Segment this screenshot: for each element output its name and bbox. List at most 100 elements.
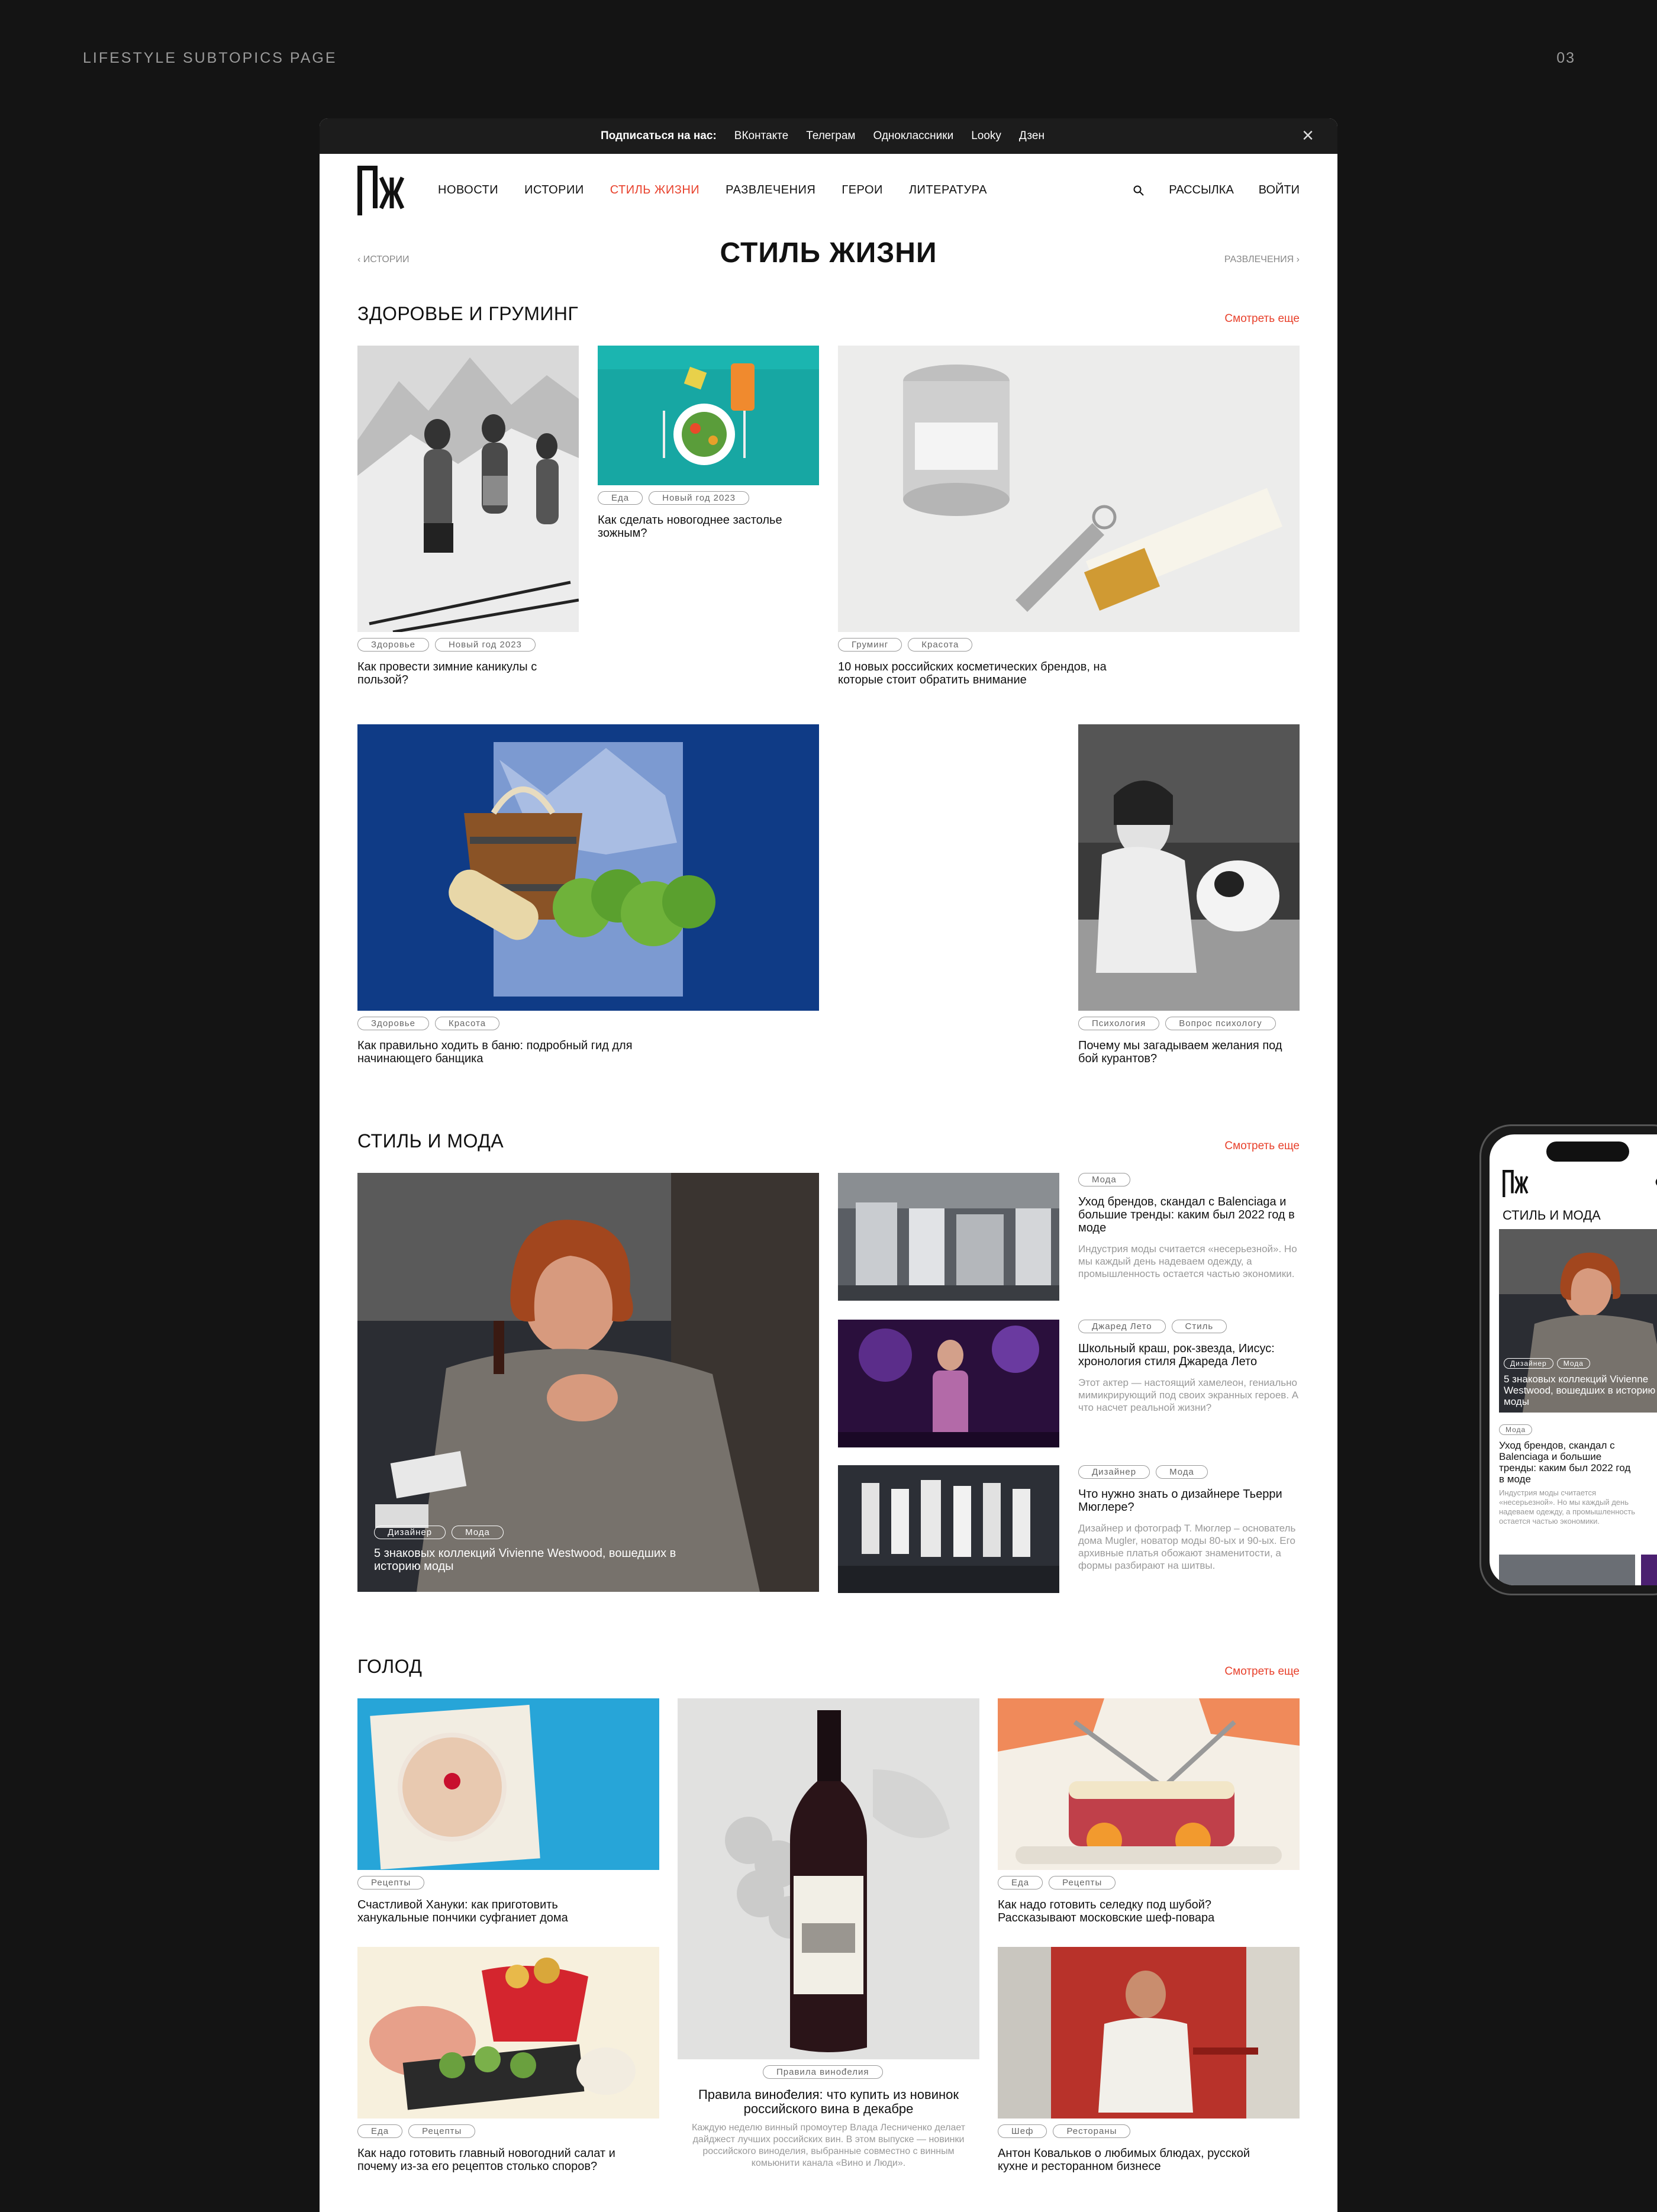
article-card[interactable]: Здоровье Красота Как правильно ходить в … [357,724,819,1079]
article-title[interactable]: 10 новых российских косметических брендо… [838,660,1134,686]
website-frame: Подписаться на нас: ВКонтакте Телеграм О… [320,118,1337,2212]
subscribe-bar: Подписаться на нас: ВКонтакте Телеграм О… [320,118,1337,154]
tag-list: Правила винođелия [763,2065,883,2079]
article-image [1641,1555,1657,1585]
login-link[interactable]: ВОЙТИ [1259,183,1300,197]
article-title[interactable]: Почему мы загадываем желания под бой кур… [1078,1039,1297,1065]
tag[interactable]: Рецепты [408,2124,476,2138]
next-section-link[interactable]: РАЗВЛЕЧЕНИЯ › [1224,254,1300,265]
article-title[interactable]: Как сделать новогоднее застолье зожным? [598,514,799,540]
article-image [598,346,819,485]
nav-lifestyle[interactable]: СТИЛЬ ЖИЗНИ [610,183,699,197]
header-actions: РАССЫЛКА ВОЙТИ [1133,183,1300,197]
nav-heroes[interactable]: ГЕРОИ [842,183,883,197]
article-title[interactable]: Как правильно ходить в баню: подробный г… [357,1039,653,1065]
article-description: Индустрия моды считается «несерьезной». … [1499,1488,1635,1526]
tag[interactable]: Здоровье [357,1017,429,1030]
page-label: LIFESTYLE SUBTOPICS PAGE [83,50,337,66]
featured-article-card[interactable]: Правила винođелия Правила винođелия: что… [678,1698,979,2207]
tag[interactable]: Шеф [998,2124,1047,2138]
tag[interactable]: Еда [598,491,643,505]
tag[interactable]: Мода [1078,1173,1130,1186]
nav-entertainment[interactable]: РАЗВЛЕЧЕНИЯ [726,183,815,197]
tag[interactable]: Груминг [838,638,902,652]
tag[interactable]: Мода [1499,1424,1533,1435]
see-more-health[interactable]: Смотреть еще [1224,312,1300,325]
article-title[interactable]: Что нужно знать о дизайнере Тьерри Мюгле… [1078,1488,1300,1514]
tag-list: Мода [1078,1173,1130,1186]
tag[interactable]: Новый год 2023 [649,491,750,505]
mobile-featured-card[interactable]: Дизайнер Мода 5 знаковых коллекций Vivie… [1499,1229,1657,1413]
tag-list: Джаред Лето Стиль [1078,1320,1227,1333]
featured-article-card[interactable]: Дизайнер Мода 5 знаковых коллекций Vivie… [357,1173,819,1592]
tag[interactable]: Мода [452,1526,504,1539]
tag[interactable]: Правила винođелия [763,2065,883,2079]
tag[interactable]: Красота [434,1017,500,1030]
tag[interactable]: Еда [357,2124,403,2138]
article-title[interactable]: Школьный краш, рок-звезда, Иисус: хронол… [1078,1342,1300,1368]
tag[interactable]: Здоровье [357,638,429,652]
article-title[interactable]: 5 знаковых коллекций Vivienne Westwood, … [1504,1373,1657,1407]
nav-literature[interactable]: ЛИТЕРАТУРА [909,183,987,197]
social-link-dzen[interactable]: Дзен [1019,130,1045,143]
social-link-vk[interactable]: ВКонтакте [734,130,788,143]
article-card[interactable]: Шеф Рестораны Антон Ковальков о любимых … [998,1947,1300,2178]
tag[interactable]: Новый год 2023 [434,638,536,652]
article-list-item[interactable]: Мода Уход брендов, скандал с Balenciaga … [838,1173,1300,1301]
article-title[interactable]: Как провести зимние каникулы с пользой? [357,660,553,686]
article-card[interactable]: Еда Новый год 2023 Как сделать новогодне… [598,346,819,559]
article-card[interactable]: Психология Вопрос психологу Почему мы за… [1078,724,1300,1079]
tag[interactable]: Рецепты [1049,1876,1116,1889]
search-icon[interactable] [1133,185,1144,196]
article-title[interactable]: Правила винođелия: что купить из новинок… [678,2088,979,2116]
article-title[interactable]: 5 знаковых коллекций Vivienne Westwood, … [374,1547,682,1573]
social-link-ok[interactable]: Одноклассники [873,130,953,143]
tag-list: Здоровье Красота [357,1017,500,1030]
tag-list: Еда Рецепты [998,1876,1116,1889]
article-image [1499,1555,1635,1585]
article-card[interactable]: Рецепты Счастливой Хануки: как приготови… [357,1698,659,1929]
tag-list: Еда Рецепты [357,2124,476,2138]
article-card[interactable]: Еда Рецепты Как надо готовить главный но… [357,1947,659,2178]
article-card[interactable]: Здоровье Новый год 2023 Как провести зим… [357,346,579,701]
article-list-item[interactable]: Дизайнер Мода Что нужно знать о дизайнер… [838,1465,1300,1593]
social-link-looky[interactable]: Looky [971,130,1001,143]
tag[interactable]: Стиль [1171,1320,1227,1333]
tag[interactable]: Еда [998,1876,1043,1889]
tag[interactable]: Рестораны [1053,2124,1131,2138]
nav-stories[interactable]: ИСТОРИИ [524,183,584,197]
tag[interactable]: Дизайнер [374,1526,446,1539]
tag-list: Шеф Рестораны [998,2124,1131,2138]
logo[interactable] [357,166,405,215]
tag[interactable]: Мода [1156,1465,1208,1479]
article-description: Индустрия моды считается «несерьезной». … [1078,1243,1297,1279]
article-card[interactable]: Еда Рецепты Как надо готовить селедку по… [998,1698,1300,1929]
nav-news[interactable]: НОВОСТИ [438,183,498,197]
article-title[interactable]: Уход брендов, скандал с Balenciaga и бол… [1499,1440,1635,1485]
article-title[interactable]: Как надо готовить селедку под шубой? Рас… [998,1898,1258,1924]
close-icon[interactable]: × [1302,125,1314,146]
tag[interactable]: Рецепты [357,1876,425,1889]
see-more-food[interactable]: Смотреть еще [1224,1665,1300,1678]
article-title[interactable]: Счастливой Хануки: как приготовить ханук… [357,1898,606,1924]
tag[interactable]: Джаред Лето [1078,1320,1166,1333]
article-title[interactable]: Как надо готовить главный новогодний сал… [357,2147,636,2173]
tag[interactable]: Мода [1556,1358,1590,1369]
newsletter-link[interactable]: РАССЫЛКА [1169,183,1234,197]
article-title[interactable]: Антон Ковальков о любимых блюдах, русско… [998,2147,1276,2173]
article-card[interactable]: Груминг Красота 10 новых российских косм… [838,346,1300,701]
article-title[interactable]: Уход брендов, скандал с Balenciaga и бол… [1078,1195,1300,1234]
article-image [357,1698,659,1870]
tag[interactable]: Психология [1078,1017,1160,1030]
tag[interactable]: Красота [908,638,973,652]
logo[interactable] [1503,1170,1529,1197]
site-header: НОВОСТИ ИСТОРИИ СТИЛЬ ЖИЗНИ РАЗВЛЕЧЕНИЯ … [320,154,1337,225]
tag[interactable]: Дизайнер [1504,1358,1553,1369]
tag[interactable]: Вопрос психологу [1165,1017,1276,1030]
social-link-telegram[interactable]: Телеграм [806,130,855,143]
tag[interactable]: Дизайнер [1078,1465,1150,1479]
see-more-fashion[interactable]: Смотреть еще [1224,1140,1300,1153]
mobile-article-item[interactable]: Мода Уход брендов, скандал с Balenciaga … [1499,1424,1635,1526]
subscribe-label: Подписаться на нас: [601,130,717,142]
article-list-item[interactable]: Джаред Лето Стиль Школьный краш, рок-зве… [838,1320,1300,1447]
